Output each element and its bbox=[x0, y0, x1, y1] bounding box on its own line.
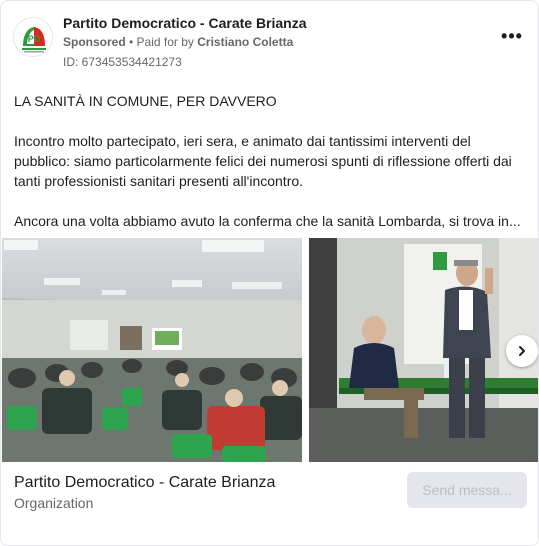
chevron-right-icon bbox=[519, 346, 525, 356]
more-options-icon[interactable]: ••• bbox=[500, 27, 524, 49]
page-name-link[interactable]: Partito Democratico - Carate Brianza bbox=[63, 15, 307, 31]
send-message-button[interactable]: Send messa... bbox=[407, 472, 527, 508]
ad-header: PD Partito Democratico - Carate Brianza … bbox=[13, 13, 528, 73]
image-carousel[interactable] bbox=[1, 238, 538, 462]
post-paragraph-truncated[interactable]: Ancora una volta abbiamo avuto la confer… bbox=[14, 211, 529, 231]
ad-footer: Partito Democratico - Carate Brianza Org… bbox=[1, 462, 538, 545]
speakers-photo[interactable] bbox=[309, 238, 538, 462]
payer-name: Cristiano Coletta bbox=[197, 35, 294, 49]
carousel-next-button[interactable] bbox=[506, 335, 538, 367]
footer-page-name[interactable]: Partito Democratico - Carate Brianza bbox=[14, 474, 275, 492]
ad-card: PD Partito Democratico - Carate Brianza … bbox=[0, 0, 539, 546]
post-text: LA SANITÀ IN COMUNE, PER DAVVERO Incontr… bbox=[14, 91, 529, 231]
post-paragraph: Incontro molto partecipato, ieri sera, e… bbox=[14, 133, 512, 189]
paid-for-by-label: • Paid for by bbox=[125, 35, 198, 49]
footer-page-category: Organization bbox=[14, 495, 94, 511]
pd-logo-icon: PD bbox=[14, 18, 52, 56]
audience-photo[interactable] bbox=[2, 238, 302, 462]
sponsored-label: Sponsored bbox=[63, 35, 126, 49]
ad-id: ID: 673453534421273 bbox=[63, 55, 182, 69]
post-title: LA SANITÀ IN COMUNE, PER DAVVERO bbox=[14, 93, 277, 109]
sponsored-line: Sponsored • Paid for by Cristiano Colett… bbox=[63, 35, 293, 49]
svg-text:PD: PD bbox=[28, 34, 41, 44]
page-avatar[interactable]: PD bbox=[13, 17, 53, 57]
